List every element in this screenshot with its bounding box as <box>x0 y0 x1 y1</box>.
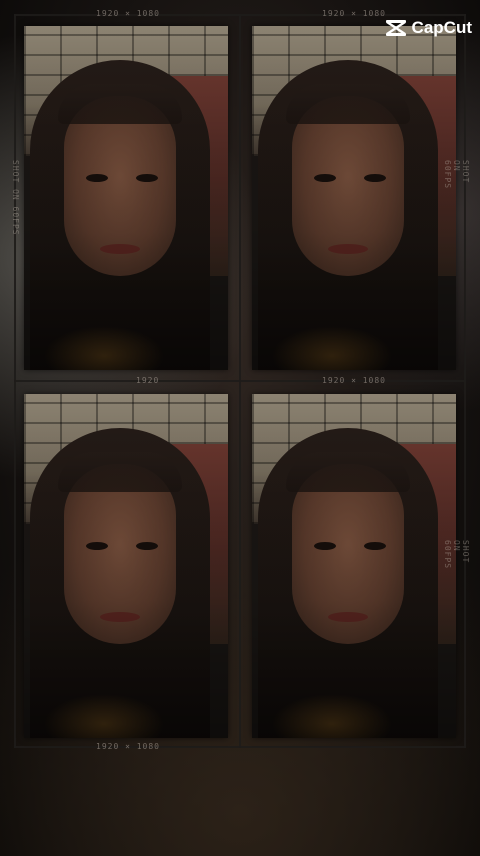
frame-line-left <box>14 14 16 748</box>
photo-panel-bottom-right <box>252 394 456 738</box>
frame-label-mid-right: 1920 × 1080 <box>322 376 386 385</box>
frame-label-top-right: 1920 × 1080 <box>322 9 386 18</box>
photo-panel-top-right <box>252 26 456 370</box>
photo-panel-bottom-left <box>24 394 228 738</box>
vignette <box>252 26 456 370</box>
vignette <box>24 26 228 370</box>
capcut-logo-icon <box>385 20 406 36</box>
capcut-watermark: CapCut <box>385 18 472 38</box>
side-label-left: SHOT ON 60FPS <box>11 160 20 236</box>
frame-label-top-left: 1920 × 1080 <box>96 9 160 18</box>
frame-label-mid-left: 1920 <box>136 376 160 385</box>
vignette <box>24 394 228 738</box>
frame-line-center <box>239 14 241 748</box>
capcut-brand-text: CapCut <box>411 18 472 37</box>
photo-panel-top-left <box>24 26 228 370</box>
vignette <box>252 394 456 738</box>
side-label-right-top: SHOT ON 60FPS <box>443 160 470 190</box>
side-label-right-bottom: SHOT ON 60FPS <box>443 540 470 570</box>
frame-label-bottom-left: 1920 × 1080 <box>96 742 160 751</box>
frame-line-right <box>464 14 466 748</box>
